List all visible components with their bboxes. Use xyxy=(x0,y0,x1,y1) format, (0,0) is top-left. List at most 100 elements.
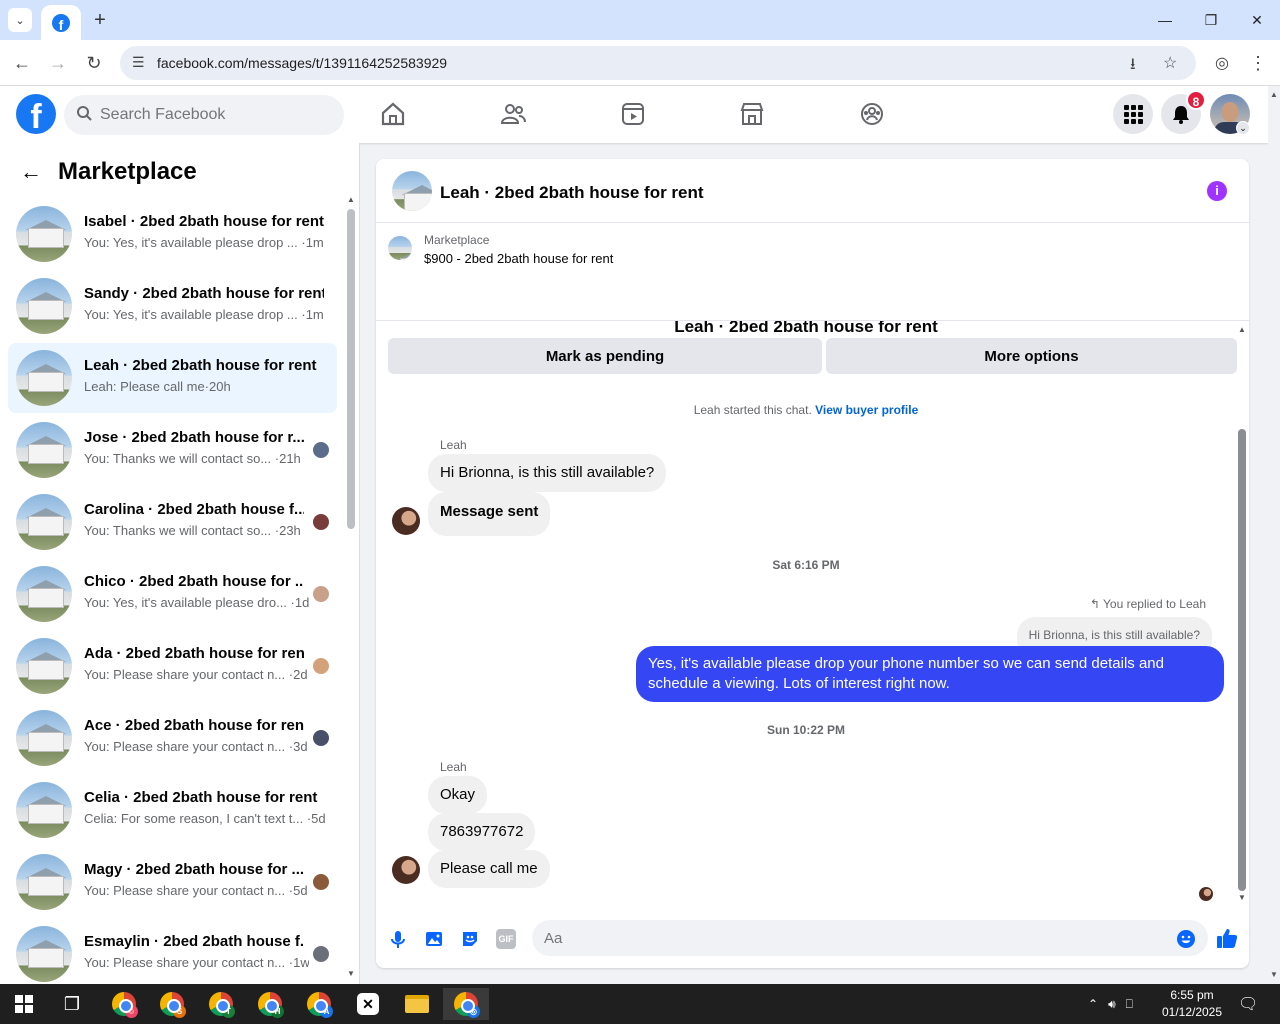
forward-arrow-icon[interactable]: → xyxy=(44,49,72,77)
photo-icon[interactable] xyxy=(424,929,444,949)
incoming-message[interactable]: Message sent xyxy=(428,492,551,536)
reload-icon[interactable]: ↻ xyxy=(80,49,108,77)
browser-menu-icon[interactable]: ⋮ xyxy=(1244,49,1272,77)
incoming-message[interactable]: Please call me xyxy=(428,850,550,888)
conversation-item[interactable]: Celia · 2bed 2bath house for rent Celia: … xyxy=(8,775,337,845)
profile-icon[interactable]: ◎ xyxy=(1208,49,1236,77)
clock[interactable]: 6:55 pm 01/12/2025 xyxy=(1160,987,1224,1021)
account-chevron-icon[interactable]: ⌄ xyxy=(1236,121,1250,135)
conversation-title: Celia · 2bed 2bath house for rent xyxy=(84,789,318,806)
page-scrollbar[interactable]: ▲ ▼ xyxy=(1268,86,1280,984)
minimize-icon[interactable]: — xyxy=(1142,0,1188,40)
seen-avatar xyxy=(313,946,329,962)
chat-scrollbar-thumb[interactable] xyxy=(1238,429,1246,891)
clock-time: 6:55 pm xyxy=(1170,988,1214,1002)
conversation-item[interactable]: Carolina · 2bed 2bath house f... You: Tha… xyxy=(8,487,337,557)
incoming-message[interactable]: Hi Brionna, is this still available? xyxy=(428,454,667,492)
conversation-item[interactable]: Magy · 2bed 2bath house for ... You: Plea… xyxy=(8,847,337,917)
restore-icon[interactable]: ❐ xyxy=(1188,0,1234,40)
incoming-message[interactable]: Okay xyxy=(428,776,488,814)
file-explorer-icon[interactable] xyxy=(401,988,433,1020)
listing-small-thumbnail[interactable] xyxy=(388,236,412,260)
bookmark-star-icon[interactable]: ☆ xyxy=(1163,53,1177,73)
sidebar-scrollbar[interactable]: ▲ ▼ xyxy=(346,195,356,978)
conversation-item[interactable]: Leah · 2bed 2bath house for rent Leah: Pl… xyxy=(8,343,337,413)
browser-tab-bar: ⌄ f + — ❐ ✕ xyxy=(0,0,1280,40)
close-window-icon[interactable]: ✕ xyxy=(1234,0,1280,40)
marketplace-icon[interactable] xyxy=(738,100,766,128)
search-input[interactable] xyxy=(100,95,330,135)
chrome-t-icon[interactable]: T xyxy=(205,988,237,1020)
speaker-icon[interactable]: 🔊︎ xyxy=(1108,997,1116,1012)
microphone-icon[interactable] xyxy=(388,929,408,949)
message-input[interactable] xyxy=(532,920,1208,956)
tab-search-chevron-icon[interactable]: ⌄ xyxy=(8,8,32,32)
info-icon[interactable]: i xyxy=(1207,181,1227,201)
video-icon[interactable] xyxy=(619,100,647,128)
outgoing-message[interactable]: Yes, it's available please drop your pho… xyxy=(636,646,1224,702)
home-icon[interactable] xyxy=(379,100,407,128)
windows-start-icon[interactable] xyxy=(8,988,40,1020)
leah-avatar[interactable] xyxy=(392,507,420,535)
view-buyer-profile-link[interactable]: View buyer profile xyxy=(815,403,918,417)
listing-price-title[interactable]: $900 - 2bed 2bath house for rent xyxy=(424,251,613,266)
groups-icon[interactable] xyxy=(858,100,886,128)
listing-thumbnail xyxy=(16,854,72,910)
conversation-item[interactable]: Ace · 2bed 2bath house for rent You: Plea… xyxy=(8,703,337,773)
listing-thumbnail xyxy=(16,782,72,838)
conversation-preview: Leah: Please call me·20h xyxy=(84,379,231,394)
notifications-center-icon[interactable]: 🗨︎ xyxy=(1238,984,1258,1024)
address-bar[interactable]: ☰ facebook.com/messages/t/13911642525839… xyxy=(120,46,1196,80)
conversation-item[interactable]: Jose · 2bed 2bath house for r... You: Tha… xyxy=(8,415,337,485)
conversation-title: Magy · 2bed 2bath house for ... xyxy=(84,861,304,878)
chrome-profile-icon[interactable]: ☺ xyxy=(108,988,140,1020)
conversation-title: Jose · 2bed 2bath house for r... xyxy=(84,429,304,446)
sticker-icon[interactable] xyxy=(460,929,480,949)
message-thread: Leah · 2bed 2bath house for rent Leah st… xyxy=(376,321,1249,903)
thumbs-up-icon[interactable] xyxy=(1216,927,1238,949)
chat-title[interactable]: Leah · 2bed 2bath house for rent xyxy=(440,183,704,203)
conversation-item[interactable]: Isabel · 2bed 2bath house for rent You: Y… xyxy=(8,199,337,269)
listing-thumbnail xyxy=(16,422,72,478)
listing-thumbnail[interactable] xyxy=(392,171,432,211)
conversation-item[interactable]: Ada · 2bed 2bath house for rent You: Plea… xyxy=(8,631,337,701)
incoming-message[interactable]: 7863977672 xyxy=(428,813,536,851)
tray-chevron-icon[interactable]: ⌃ xyxy=(1088,997,1098,1011)
conversation-item[interactable]: Esmaylin · 2bed 2bath house f... You: Ple… xyxy=(8,919,337,984)
browser-tab-facebook[interactable]: f xyxy=(41,5,81,40)
chrome-a-icon[interactable]: A xyxy=(303,988,335,1020)
task-view-icon[interactable]: ❐ xyxy=(56,988,88,1020)
conversation-title: Ace · 2bed 2bath house for rent xyxy=(84,717,304,734)
back-arrow-icon[interactable]: ← xyxy=(20,159,42,185)
capcut-icon[interactable]: ✕ xyxy=(352,988,384,1020)
gif-icon[interactable]: GIF xyxy=(496,929,516,949)
facebook-logo-icon[interactable]: f xyxy=(16,94,56,134)
menu-grid-icon[interactable] xyxy=(1113,94,1153,134)
emoji-icon[interactable] xyxy=(1176,929,1196,949)
seen-avatar xyxy=(313,874,329,890)
new-tab-plus-icon[interactable]: + xyxy=(88,8,112,32)
conversation-title: Sandy · 2bed 2bath house for rent xyxy=(84,285,324,302)
conversation-item[interactable]: Chico · 2bed 2bath house for ... You: Yes… xyxy=(8,559,337,629)
install-app-icon[interactable]: ⭳ xyxy=(1130,53,1136,80)
url-text[interactable]: facebook.com/messages/t/1391164252583929 xyxy=(157,55,447,71)
sidebar-scrollbar-thumb[interactable] xyxy=(347,209,355,529)
network-icon[interactable]: ⎕ xyxy=(1126,997,1133,1012)
chat-scrollbar[interactable]: ▲ ▼ xyxy=(1236,325,1248,902)
started-text: Leah started this chat. xyxy=(693,403,812,417)
seen-avatar xyxy=(313,730,329,746)
chrome-h-icon[interactable]: H xyxy=(254,988,286,1020)
back-arrow-icon[interactable]: ← xyxy=(8,49,36,77)
sender-name: Leah xyxy=(440,760,467,774)
chat-panel: Leah · 2bed 2bath house for rent i Marke… xyxy=(376,159,1249,968)
leah-avatar[interactable] xyxy=(392,856,420,884)
search-box[interactable] xyxy=(64,95,344,135)
timestamp: Sun 10:22 PM xyxy=(766,723,846,737)
notification-badge: 8 xyxy=(1186,90,1206,110)
conversation-item[interactable]: Sandy · 2bed 2bath house for rent You: Ye… xyxy=(8,271,337,341)
friends-icon[interactable] xyxy=(499,100,527,128)
conversation-title: Isabel · 2bed 2bath house for rent xyxy=(84,213,324,230)
site-settings-icon[interactable]: ☰ xyxy=(132,54,145,71)
chrome-s-icon[interactable]: S xyxy=(156,988,188,1020)
chrome-active-icon[interactable]: ◎ xyxy=(443,988,489,1020)
